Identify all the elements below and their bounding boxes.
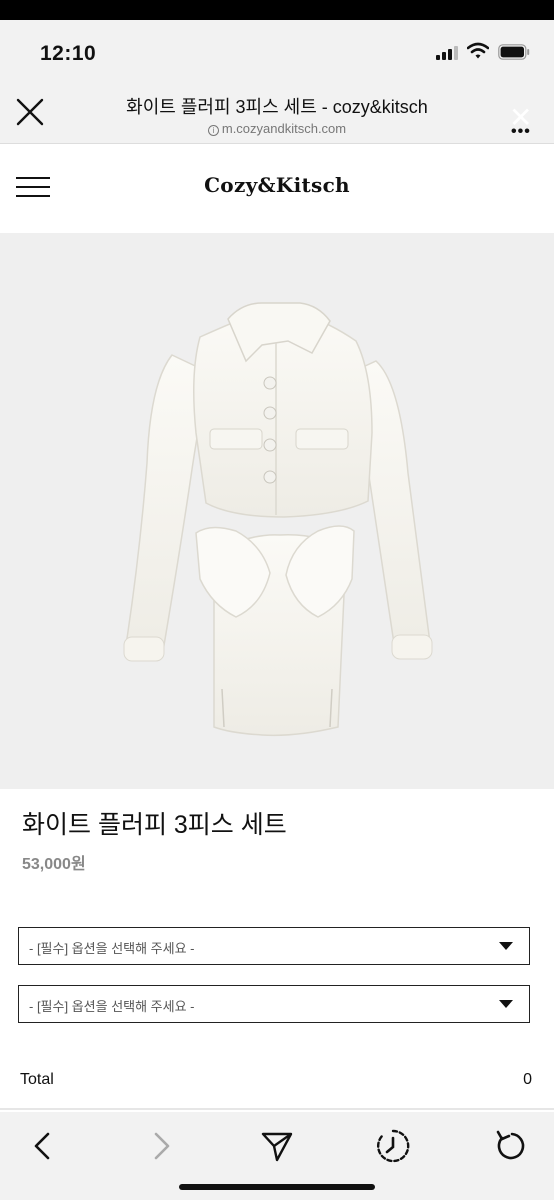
share-icon[interactable] xyxy=(257,1126,297,1166)
phone-screen: 12:10 화이트 플러피 3피스 세트 - cozy&kitsch i m.co… xyxy=(0,20,554,1200)
product-image[interactable] xyxy=(0,233,554,789)
page-title: 화이트 플러피 3피스 세트 - cozy&kitsch xyxy=(126,97,428,117)
back-arrow-icon[interactable] xyxy=(24,1126,64,1166)
option-select-2[interactable]: - [필수] 옵션을 선택해 주세요 - xyxy=(18,985,530,1023)
product-photo xyxy=(123,302,433,737)
battery-icon xyxy=(498,44,530,60)
home-indicator[interactable] xyxy=(179,1184,375,1190)
site-header: Cozy&Kitsch xyxy=(0,145,554,233)
wifi-icon xyxy=(467,42,489,59)
info-icon: i xyxy=(207,125,219,136)
total-value: 0 xyxy=(523,1071,532,1088)
total-label: Total xyxy=(20,1071,54,1088)
product-price: 53,000원 xyxy=(22,856,86,873)
reload-icon[interactable] xyxy=(490,1126,530,1166)
product-name: 화이트 플러피 3피스 세트 xyxy=(22,811,287,839)
cellular-signal-icon xyxy=(436,46,460,60)
page-url[interactable]: i m.cozyandkitsch.com xyxy=(70,121,484,136)
more-icon: ••• xyxy=(511,123,531,140)
divider xyxy=(0,1108,554,1110)
browser-toolbar xyxy=(0,1112,554,1200)
chevron-down-icon xyxy=(499,1000,513,1008)
status-bar: 12:10 xyxy=(0,20,554,84)
option-select-2-text: - [필수] 옵션을 선택해 주세요 - xyxy=(29,999,195,1014)
status-time: 12:10 xyxy=(40,42,97,65)
option-select-1-text: - [필수] 옵션을 선택해 주세요 - xyxy=(29,941,195,956)
browser-header: 화이트 플러피 3피스 세트 - cozy&kitsch i m.cozyandk… xyxy=(0,84,554,144)
close-icon[interactable] xyxy=(14,96,46,128)
forward-arrow-icon[interactable] xyxy=(140,1126,180,1166)
option-select-1[interactable]: - [필수] 옵션을 선택해 주세요 - xyxy=(18,927,530,965)
page-url-text: m.cozyandkitsch.com xyxy=(221,121,347,136)
site-logo[interactable]: Cozy&Kitsch xyxy=(0,173,554,197)
more-button[interactable]: ✕ ••• xyxy=(502,104,534,140)
chevron-down-icon xyxy=(499,942,513,950)
history-icon[interactable] xyxy=(373,1126,413,1166)
